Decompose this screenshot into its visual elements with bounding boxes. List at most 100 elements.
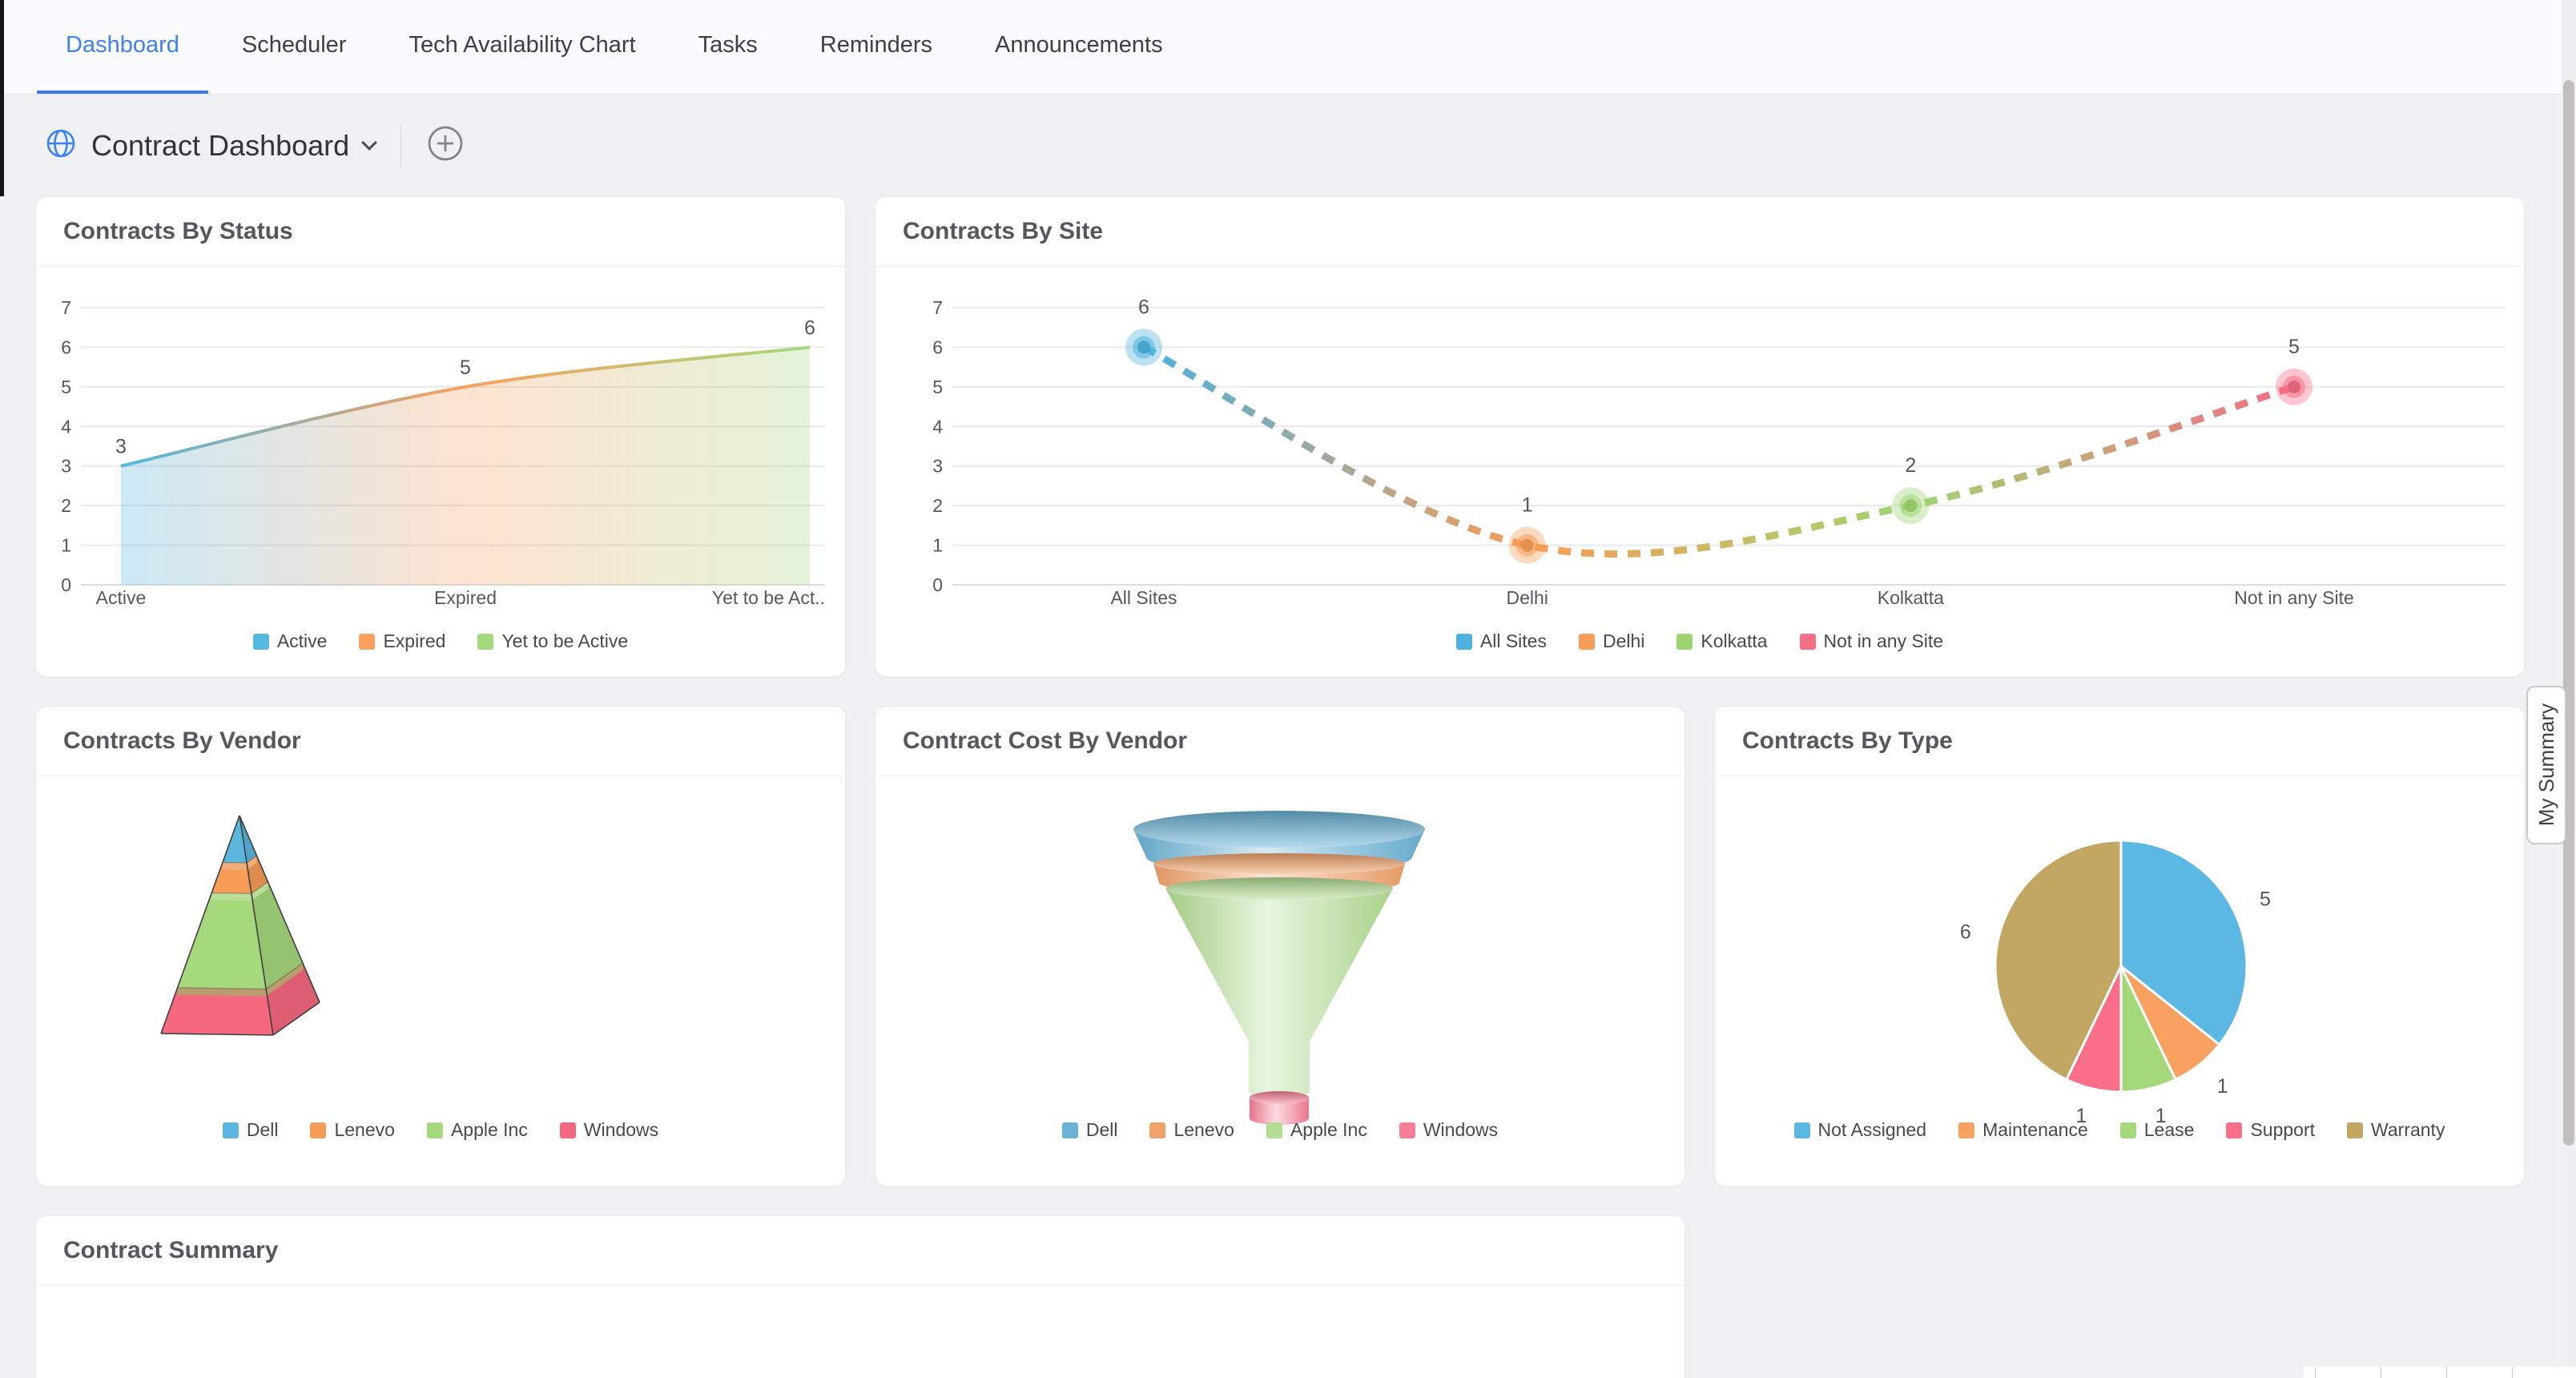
funnel-chart-contract-cost-by-vendor [875,777,1684,1146]
divider [875,266,2524,267]
legend-label: Not in any Site [1824,631,1944,652]
chart-legend: Dell Lenevo Apple Inc Windows [875,1119,1684,1141]
tab-tasks[interactable]: Tasks [670,0,787,94]
card-title: Contract Cost By Vendor [903,707,1187,776]
tab-scheduler[interactable]: Scheduler [213,0,376,94]
value-label: 5 [2260,888,2271,911]
y-tick: 5 [932,377,943,397]
legend-swatch [427,1122,443,1138]
legend-swatch [223,1122,239,1138]
value-label: 1 [1522,494,1533,517]
add-widget-button[interactable] [427,125,464,166]
legend-item[interactable]: Dell [1062,1119,1118,1141]
legend-label: Apple Inc [1290,1119,1367,1141]
legend-label: Dell [1086,1119,1118,1141]
value-label: 1 [2217,1075,2228,1098]
legend-item[interactable]: Windows [1399,1119,1498,1141]
dashboard-title[interactable]: Contract Dashboard [91,129,349,163]
y-tick: 1 [932,535,943,556]
y-tick: 5 [61,377,71,397]
card-title: Contracts By Status [63,197,293,266]
divider [400,123,401,168]
legend-item[interactable]: Apple Inc [1266,1119,1367,1141]
tab-announcements[interactable]: Announcements [966,0,1192,94]
legend-swatch [1676,634,1693,650]
legend-swatch [1794,1122,1810,1138]
legend-item[interactable]: Not Assigned [1794,1119,1927,1141]
y-tick: 4 [932,416,943,437]
value-label: 3 [115,436,127,458]
card-contracts-by-vendor: Contracts By Vendor DellLenevoApple IncW… [35,706,846,1187]
legend-label: Support [2250,1119,2315,1141]
value-label: 2 [1905,454,1916,477]
y-tick: 3 [61,456,71,477]
legend-swatch [1958,1122,1974,1138]
value-label: 6 [1960,921,1971,943]
legend-label: All Sites [1480,631,1547,652]
card-contracts-by-status: Contracts By Status 01234567356ActiveExp… [35,196,846,677]
legend-label: Windows [1423,1119,1498,1141]
legend-swatch [359,634,375,650]
scrollbar-thumb[interactable] [2563,80,2574,1146]
tab-tech-availability-chart[interactable]: Tech Availability Chart [380,0,664,94]
legend-item[interactable]: Warranty [2347,1119,2445,1141]
legend-swatch [1399,1122,1415,1138]
legend-swatch [253,634,269,650]
legend-label: Apple Inc [451,1119,528,1141]
tab-reminders[interactable]: Reminders [791,0,961,94]
legend-label: Delhi [1603,631,1644,652]
legend-item[interactable]: Not in any Site [1800,631,1944,652]
chart-legend: All Sites Delhi Kolkatta Not in any Site [875,631,2524,652]
pyramid-chart-contracts-by-vendor [36,777,845,1146]
legend-item[interactable]: All Sites [1456,631,1547,652]
legend-item[interactable]: Support [2226,1119,2315,1141]
top-nav: Dashboard Scheduler Tech Availability Ch… [0,0,2576,95]
card-title: Contract Summary [63,1216,278,1285]
legend-swatch [560,1122,576,1138]
x-axis-label: Active [96,587,147,608]
legend-label: Dell [247,1119,279,1141]
legend-label: Lenevo [334,1119,394,1141]
x-axis-label: Delhi [1506,587,1548,608]
legend-swatch [1149,1122,1165,1138]
x-axis-label: Kolkatta [1878,587,1944,608]
my-summary-label: My Summary [2534,703,2559,826]
line-chart-contracts-by-site: 012345676All Sites1Delhi2Kolkatta5Not in… [875,268,2524,636]
chevron-down-icon[interactable] [361,135,377,151]
chart-legend: Not Assigned Maintenance Lease Support Warra… [1715,1119,2524,1141]
chart-legend: Dell Lenevo Apple Inc Windows [36,1119,845,1141]
x-axis-label: Expired [434,587,497,608]
value-label: 6 [1138,296,1149,318]
legend-item[interactable]: Expired [359,631,445,652]
my-summary-tab[interactable]: My Summary [2526,686,2566,844]
y-tick: 7 [932,297,943,318]
legend-label: Maintenance [1982,1119,2088,1141]
y-tick: 4 [61,416,71,437]
legend-item[interactable]: Lenevo [1149,1119,1234,1141]
divider [36,266,845,267]
legend-item[interactable]: Windows [560,1119,658,1141]
legend-item[interactable]: Apple Inc [427,1119,528,1141]
y-tick: 1 [61,535,71,556]
legend-item[interactable]: Active [253,631,328,652]
legend-item[interactable]: Delhi [1579,631,1644,652]
tab-dashboard[interactable]: Dashboard [37,0,208,94]
legend-swatch [1062,1122,1078,1138]
legend-label: Lease [2144,1119,2195,1141]
legend-item[interactable]: Lease [2120,1119,2195,1141]
legend-item[interactable]: Kolkatta [1676,631,1767,652]
legend-swatch [310,1122,326,1138]
legend-swatch [2120,1122,2136,1138]
legend-swatch [477,634,493,650]
legend-swatch [2347,1122,2363,1138]
legend-item[interactable]: Dell [223,1119,279,1141]
legend-item[interactable]: Lenevo [310,1119,394,1141]
card-contracts-by-site: Contracts By Site 012345676All Sites1Del… [875,196,2525,677]
card-title: Contracts By Site [903,197,1103,266]
x-axis-label: All Sites [1110,587,1177,608]
legend-label: Kolkatta [1701,631,1767,652]
y-tick: 2 [932,495,943,516]
legend-item[interactable]: Yet to be Active [477,631,628,652]
card-contract-cost-by-vendor: Contract Cost By Vendor Dell Lenevo Apple … [875,706,1685,1187]
legend-item[interactable]: Maintenance [1958,1119,2088,1141]
